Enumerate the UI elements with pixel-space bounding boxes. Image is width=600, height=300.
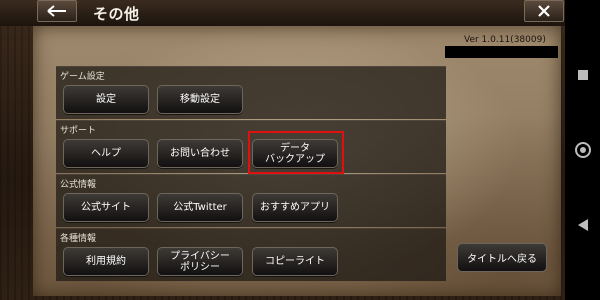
section-label: ゲーム設定 xyxy=(60,72,105,82)
triangle-back-icon xyxy=(577,219,588,231)
back-button[interactable] xyxy=(37,0,77,22)
official-twitter-button[interactable]: 公式Twitter xyxy=(157,193,243,222)
highlight-box xyxy=(248,131,344,174)
copyright-button[interactable]: コピーライト xyxy=(252,247,338,276)
close-button[interactable] xyxy=(524,0,564,22)
top-bar: その他 xyxy=(0,0,565,26)
terms-button[interactable]: 利用規約 xyxy=(63,247,149,276)
version-label: Ver 1.0.11(38009) xyxy=(464,35,546,45)
home-button[interactable] xyxy=(565,135,600,165)
redacted-id-box xyxy=(445,46,558,58)
close-icon xyxy=(538,5,550,17)
contact-button[interactable]: お問い合わせ xyxy=(157,139,243,168)
section-label: 公式情報 xyxy=(60,180,97,190)
section-label: サポート xyxy=(60,126,97,136)
recommended-apps-button[interactable]: おすすめアプリ xyxy=(252,193,338,222)
privacy-policy-button[interactable]: プライバシー ポリシー xyxy=(157,247,243,276)
android-nav-bar xyxy=(565,0,600,300)
section-label: 各種情報 xyxy=(60,234,97,244)
official-site-button[interactable]: 公式サイト xyxy=(63,193,149,222)
game-screen: その他 Ver 1.0.11(38009) ゲーム設定 設定 移動設定 サポート… xyxy=(0,0,565,300)
system-back-button[interactable] xyxy=(565,210,600,240)
section-official-info: 公式情報 公式サイト 公式Twitter おすすめアプリ xyxy=(56,174,446,227)
return-to-title-button[interactable]: タイトルへ戻る xyxy=(457,243,547,272)
settings-button[interactable]: 設定 xyxy=(63,85,149,114)
movement-settings-button[interactable]: 移動設定 xyxy=(157,85,243,114)
help-button[interactable]: ヘルプ xyxy=(63,139,149,168)
section-game-settings: ゲーム設定 設定 移動設定 xyxy=(56,66,446,119)
arrow-left-icon xyxy=(47,5,66,17)
circle-home-icon xyxy=(574,142,591,158)
section-various-info: 各種情報 利用規約 プライバシー ポリシー コピーライト xyxy=(56,228,446,281)
recents-button[interactable] xyxy=(565,60,600,90)
page-title: その他 xyxy=(93,5,140,23)
square-recents-icon xyxy=(577,70,588,80)
